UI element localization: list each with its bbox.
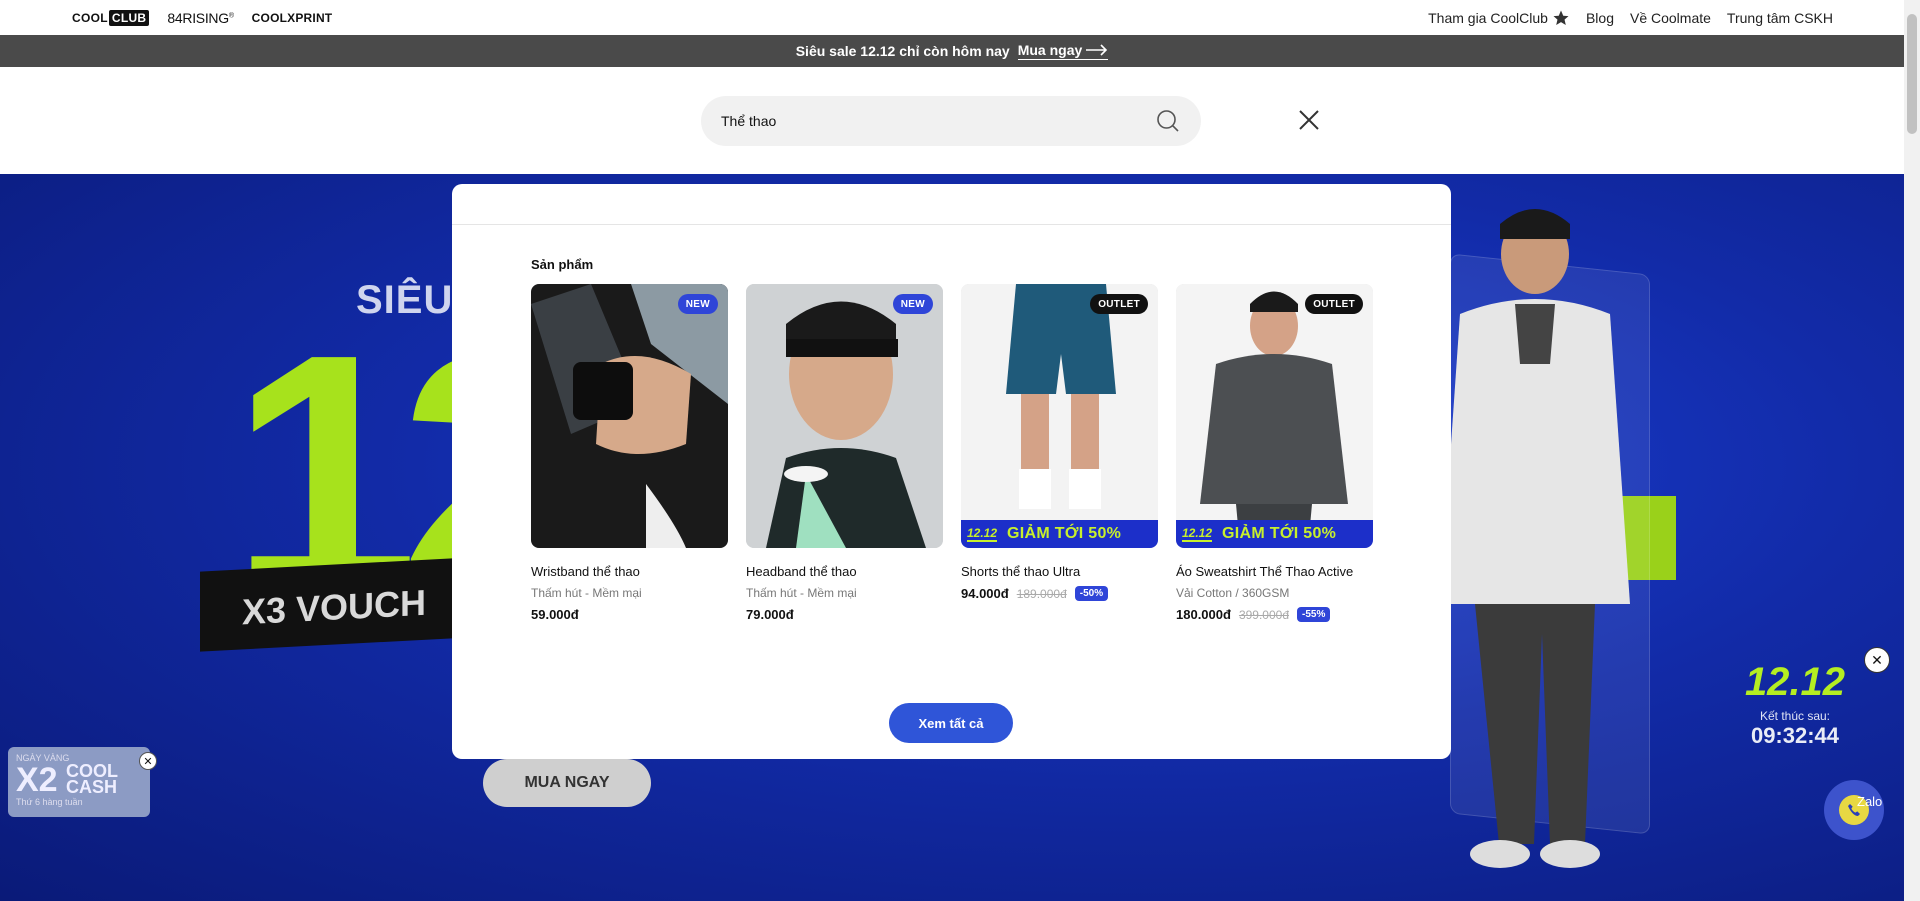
promo-bar: Siêu sale 12.12 chỉ còn hôm nay Mua ngay	[0, 35, 1904, 67]
product-card[interactable]: NEW Wristband thể thao Thấm hút - Mềm mạ…	[531, 284, 728, 622]
product-card[interactable]: NEW Headband thể thao Thấm hút - Mềm mại…	[746, 284, 943, 622]
coolcash-x2: X2	[16, 761, 58, 799]
join-coolclub-link[interactable]: Tham gia CoolClub	[1428, 9, 1570, 27]
product-price: 180.000đ	[1176, 607, 1231, 622]
countdown-title: 12.12	[1744, 660, 1846, 704]
hero-voucher-banner: X3 VOUCH	[200, 556, 490, 652]
new-badge: NEW	[892, 294, 933, 314]
coolcash-label: COOL CASH	[66, 762, 118, 797]
outlet-badge: OUTLET	[1090, 294, 1148, 314]
countdown-time: 09:32:44	[1750, 723, 1840, 748]
zalo-label: Zalo	[1857, 794, 1883, 809]
close-icon[interactable]	[1296, 107, 1322, 133]
view-all-button[interactable]: Xem tất cả	[889, 703, 1013, 743]
product-image[interactable]: OUTLET 12.12 GIẢM TỚI 50%	[961, 284, 1158, 548]
section-title: Sản phẩm	[531, 257, 594, 272]
brand-coolxprint-link[interactable]: COOLXPRINT	[252, 11, 333, 25]
sale-strip: 12.12 GIẢM TỚI 50%	[1176, 520, 1373, 548]
countdown-close-button[interactable]: ✕	[1864, 647, 1890, 673]
sale-tag: 12.12	[1182, 526, 1213, 542]
discount-badge: -50%	[1074, 586, 1109, 601]
brand-84rising-link[interactable]: 84RISING®	[167, 9, 234, 26]
product-desc: Vải Cotton / 360GSM	[1176, 586, 1290, 600]
star-icon	[1553, 10, 1569, 25]
new-badge: NEW	[677, 294, 718, 314]
product-price: 59.000đ	[531, 607, 579, 622]
brand-links: COOL CLUB 84RISING® COOLXPRINT	[72, 9, 333, 26]
scrollbar-thumb[interactable]	[1907, 14, 1917, 134]
top-links: Tham gia CoolClub Blog Về Coolmate Trung…	[1428, 9, 1833, 27]
product-name[interactable]: Áo Sweatshirt Thể Thao Active	[1176, 564, 1373, 579]
product-price: 94.000đ	[961, 586, 1009, 601]
product-name[interactable]: Wristband thể thao	[531, 564, 728, 579]
sale-tag: 12.12	[967, 526, 998, 542]
join-coolclub-label: Tham gia CoolClub	[1428, 9, 1548, 26]
countdown-label: Kết thúc sau:	[1759, 709, 1831, 723]
brand-coolclub-box: CLUB	[108, 9, 150, 26]
discount-badge: -55%	[1297, 607, 1331, 622]
outlet-badge: OUTLET	[1305, 294, 1363, 314]
product-price-row: 180.000đ 399.000đ -55%	[1176, 607, 1373, 622]
promo-text: Siêu sale 12.12 chỉ còn hôm nay	[795, 43, 1010, 59]
coolcash-week-text: Thứ 6 hàng tuần	[16, 797, 83, 807]
product-name[interactable]: Headband thể thao	[746, 564, 943, 579]
top-utility-bar: COOL CLUB 84RISING® COOLXPRINT Tham gia …	[0, 0, 1904, 35]
search-results-modal: Sản phẩm NEW Wristband thể thao Thấm hút…	[452, 184, 1451, 759]
product-name[interactable]: Shorts thể thao Ultra	[961, 564, 1158, 579]
product-image[interactable]: OUTLET 12.12 GIẢM TỚI 50%	[1176, 284, 1373, 548]
product-old-price: 189.000đ	[1016, 586, 1067, 601]
product-desc: Thấm hút - Mềm mại	[531, 586, 642, 600]
hero-buy-now-button[interactable]: MUA NGAY	[483, 759, 651, 807]
sale-text: GIẢM TỚI 50%	[1222, 525, 1337, 542]
coolcash-widget[interactable]: NGÀY VÀNG X2 COOL CASH Thứ 6 hàng tuần	[8, 747, 150, 817]
product-old-price: 399.000đ	[1238, 607, 1289, 622]
hero-voucher-text: X3 VOUCH	[242, 581, 427, 633]
search-input[interactable]	[721, 113, 1155, 129]
about-link[interactable]: Về Coolmate	[1630, 10, 1711, 26]
sweatshirt-photo	[1176, 284, 1373, 548]
product-desc: Thấm hút - Mềm mại	[746, 586, 857, 600]
support-link[interactable]: Trung tâm CSKH	[1727, 10, 1833, 26]
product-price-row: 79.000đ	[746, 607, 943, 622]
product-card[interactable]: OUTLET 12.12 GIẢM TỚI 50% Áo Sweatshirt …	[1176, 284, 1373, 622]
wristband-photo	[531, 284, 728, 548]
page-scrollbar[interactable]	[1904, 0, 1920, 901]
blog-link[interactable]: Blog	[1586, 10, 1614, 26]
sale-strip: 12.12 GIẢM TỚI 50%	[961, 520, 1158, 548]
product-image[interactable]: NEW	[531, 284, 728, 548]
modal-divider	[452, 224, 1451, 225]
brand-84rising-text: 84RISING	[167, 9, 229, 26]
brand-84rising-reg: ®	[228, 11, 234, 19]
product-card[interactable]: OUTLET 12.12 GIẢM TỚI 50% Shorts thể tha…	[961, 284, 1158, 622]
product-image[interactable]: NEW	[746, 284, 943, 548]
arrow-right-icon	[1086, 44, 1108, 56]
product-price-row: 59.000đ	[531, 607, 728, 622]
coolcash-close-button[interactable]: ✕	[139, 752, 157, 770]
product-list: NEW Wristband thể thao Thấm hút - Mềm mạ…	[531, 284, 1373, 622]
hotline-button[interactable]	[1824, 780, 1884, 840]
product-price-row: 94.000đ 189.000đ -50%	[961, 586, 1158, 601]
brand-coolclub-text: COOL	[72, 10, 108, 25]
search-box	[701, 96, 1201, 146]
shorts-photo	[961, 284, 1158, 548]
brand-coolclub-link[interactable]: COOL CLUB	[72, 9, 150, 26]
headband-photo	[746, 284, 943, 548]
promo-cta-label: Mua ngay	[1017, 42, 1083, 58]
search-icon[interactable]	[1155, 108, 1181, 134]
search-header	[0, 67, 1904, 174]
model-figure	[1440, 209, 1630, 868]
sale-text: GIẢM TỚI 50%	[1007, 525, 1122, 542]
product-price: 79.000đ	[746, 607, 794, 622]
promo-cta-link[interactable]: Mua ngay	[1017, 42, 1109, 60]
countdown-widget[interactable]: 12.12 Kết thúc sau: 09:32:44	[1710, 660, 1880, 765]
coolcash-cash: CASH	[66, 777, 118, 797]
